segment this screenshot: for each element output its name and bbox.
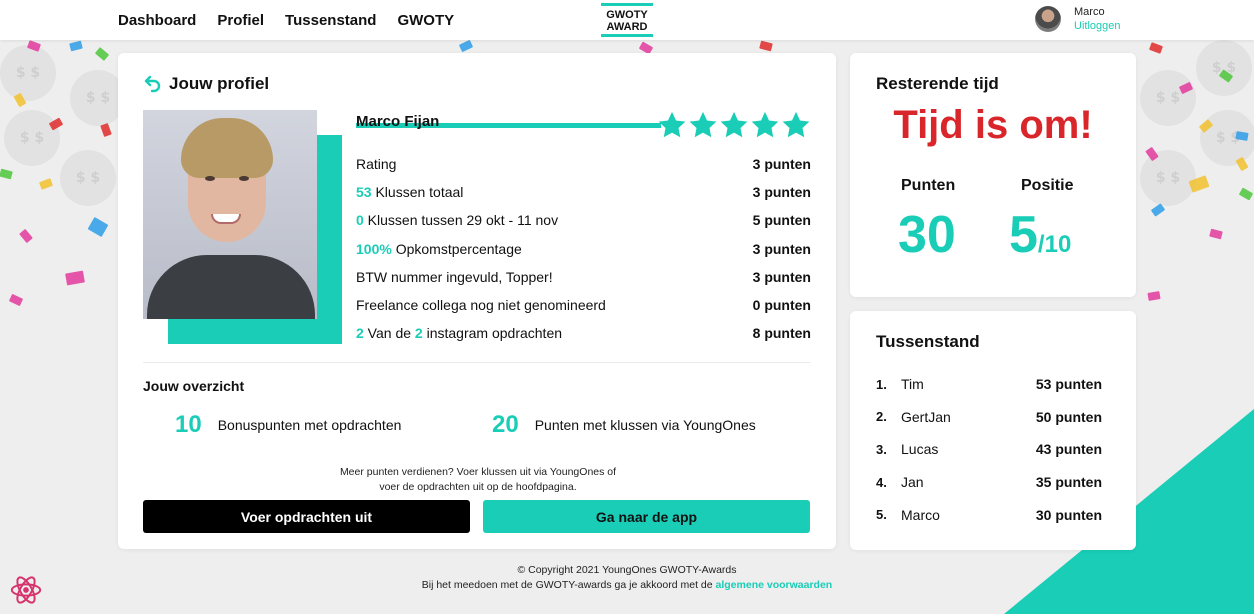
overview-title: Jouw overzicht	[143, 378, 245, 394]
divider	[143, 362, 811, 363]
score-points: 3 punten	[752, 156, 811, 173]
score-row-vat: BTW nummer ingevuld, Topper! 3 punten	[356, 263, 811, 291]
score-points: 5 punten	[752, 212, 811, 229]
overview-value: 10	[175, 411, 202, 438]
position-total: /10	[1037, 231, 1072, 258]
list-item: 4. Jan 35 punten	[876, 474, 1102, 491]
nav-link-profiel[interactable]: Profiel	[217, 12, 264, 29]
profile-name: Marco Fijan	[356, 113, 440, 130]
star-icon	[782, 111, 810, 138]
score-row-period-jobs: 0 Klussen tussen 29 okt - 11 nov 5 punte…	[356, 206, 811, 234]
footer: © Copyright 2021 YoungOnes GWOTY-Awards …	[0, 563, 1254, 593]
score-row-rating: Rating 3 punten	[356, 150, 811, 178]
logo-line-1: GWOTY	[606, 9, 648, 21]
position-value: 5/10	[1009, 206, 1072, 264]
copyright-text: © Copyright 2021 YoungOnes GWOTY-Awards	[517, 564, 737, 576]
score-points: 0 punten	[752, 297, 811, 314]
overview-value: 20	[492, 411, 519, 438]
coin-icon: $ $	[1140, 150, 1196, 206]
user-name: Marco	[1074, 6, 1105, 18]
nav-link-tussenstand[interactable]: Tussenstand	[285, 12, 376, 29]
score-row-instagram: 2 Van de 2 instagram opdrachten 8 punten	[356, 319, 811, 347]
score-points: 3 punten	[752, 240, 811, 257]
nav-link-gwoty[interactable]: GWOTY	[397, 12, 454, 29]
remaining-time-card: Resterende tijd Tijd is om! Punten Posit…	[850, 53, 1136, 297]
standings-card: Tussenstand 1. Tim 53 punten 2. GertJan …	[850, 311, 1136, 550]
profile-title: Jouw profiel	[169, 74, 270, 93]
standings-title: Tussenstand	[876, 332, 980, 351]
coin-icon: $ $	[4, 110, 60, 166]
coin-icon: $ $	[1140, 70, 1196, 126]
score-label: 100% Opkomstpercentage	[356, 240, 522, 257]
score-label: 53 Klussen totaal	[356, 184, 464, 201]
score-row-attendance: 100% Opkomstpercentage 3 punten	[356, 235, 811, 263]
score-label: Freelance collega nog niet genomineerd	[356, 297, 606, 314]
nav-links: Dashboard Profiel Tussenstand GWOTY	[118, 12, 454, 29]
back-arrow-icon[interactable]	[144, 75, 162, 93]
overview-label: Punten met klussen via YoungOnes	[534, 417, 756, 433]
score-points: 3 punten	[752, 184, 811, 201]
score-row-nomination: Freelance collega nog niet genomineerd 0…	[356, 291, 811, 319]
coin-icon: $ $	[0, 45, 56, 101]
user-menu: Marco Uitloggen	[1035, 5, 1120, 33]
star-icon	[689, 111, 717, 138]
star-icon	[720, 111, 748, 138]
profile-photo	[143, 110, 317, 319]
remaining-time-title: Resterende tijd	[876, 74, 999, 93]
list-item: 5. Marco 30 punten	[876, 506, 1102, 523]
points-value: 30	[898, 206, 956, 264]
react-icon[interactable]	[9, 574, 43, 606]
coin-icon: $ $	[60, 150, 116, 206]
logout-link[interactable]: Uitloggen	[1074, 19, 1120, 33]
position-label: Positie	[1021, 177, 1074, 194]
terms-text: Bij het meedoen met de GWOTY-awards ga j…	[421, 579, 833, 591]
overview-bonus: 10 Bonuspunten met opdrachten	[175, 411, 401, 439]
score-label: BTW nummer ingevuld, Topper!	[356, 268, 553, 285]
list-item: 2. GertJan 50 punten	[876, 408, 1102, 425]
score-row-total-jobs: 53 Klussen totaal 3 punten	[356, 178, 811, 206]
star-icon	[751, 111, 779, 138]
gwoty-award-logo[interactable]: GWOTY AWARD	[601, 3, 653, 37]
standings-list: 1. Tim 53 punten 2. GertJan 50 punten 3.…	[876, 368, 1102, 531]
execute-tasks-button[interactable]: Voer opdrachten uit	[143, 500, 470, 533]
terms-link[interactable]: algemene voorwaarden	[716, 579, 833, 591]
avatar[interactable]	[1035, 6, 1061, 32]
score-breakdown: Rating 3 punten 53 Klussen totaal 3 punt…	[356, 150, 811, 347]
score-label: 0 Klussen tussen 29 okt - 11 nov	[356, 212, 559, 229]
name-rating-row: Marco Fijan	[356, 110, 811, 142]
overview-youngones: 20 Punten met klussen via YoungOnes	[492, 411, 756, 439]
star-rating	[657, 110, 811, 140]
earn-more-hint: Meer punten verdienen? Voer klussen uit …	[339, 466, 617, 493]
score-points: 8 punten	[752, 325, 811, 342]
star-icon	[658, 111, 686, 138]
go-to-app-button[interactable]: Ga naar de app	[483, 500, 810, 533]
nav-link-dashboard[interactable]: Dashboard	[118, 12, 196, 29]
score-label: 2 Van de 2 instagram opdrachten	[356, 325, 563, 342]
overview-label: Bonuspunten met opdrachten	[217, 417, 402, 433]
list-item: 3. Lucas 43 punten	[876, 441, 1102, 458]
top-navigation: Dashboard Profiel Tussenstand GWOTY GWOT…	[0, 0, 1254, 40]
time-status: Tijd is om!	[893, 103, 1093, 147]
score-points: 3 punten	[752, 268, 811, 285]
score-label: Rating	[356, 156, 397, 173]
logo-line-2: AWARD	[606, 21, 648, 33]
points-label: Punten	[901, 177, 956, 194]
coin-icon: $ $	[1196, 40, 1252, 96]
profile-card: Jouw profiel Marco Fijan Rating 3 punten…	[118, 53, 836, 549]
list-item: 1. Tim 53 punten	[876, 376, 1102, 393]
